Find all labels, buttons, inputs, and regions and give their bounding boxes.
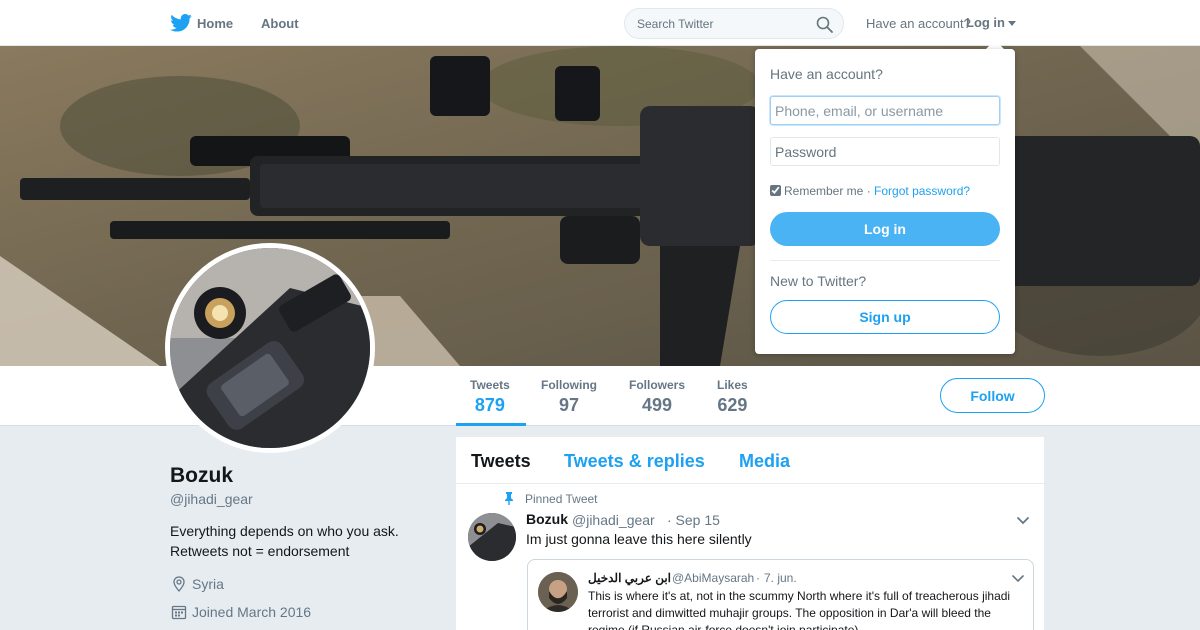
stat-label: Following <box>541 378 597 392</box>
timeline: Tweets Tweets & replies Media Pinned Twe… <box>456 437 1044 630</box>
tweet-text: Im just gonna leave this here silently <box>526 531 752 547</box>
login-dropdown: Have an account? Remember me · Forgot pa… <box>755 49 1015 354</box>
divider <box>770 260 1000 261</box>
stat-label: Likes <box>717 378 748 392</box>
search-icon[interactable] <box>816 16 833 33</box>
stat-value: 879 <box>474 395 505 415</box>
location-icon <box>173 576 185 592</box>
forgot-password-link[interactable]: Forgot password? <box>874 184 970 198</box>
profile-bio-line: Everything depends on who you ask. <box>170 523 399 539</box>
tab-tweets-replies[interactable]: Tweets & replies <box>564 451 705 472</box>
quoted-tweet-avatar[interactable] <box>538 572 578 612</box>
chevron-down-icon[interactable] <box>1016 516 1030 526</box>
stat-label: Tweets <box>470 378 510 392</box>
stat-value: 629 <box>717 395 748 415</box>
quoted-date[interactable]: 7. jun. <box>764 571 797 585</box>
search-box[interactable] <box>624 8 844 39</box>
active-tab-underline <box>456 423 526 426</box>
timeline-tabs: Tweets Tweets & replies Media <box>456 437 1044 484</box>
tab-media[interactable]: Media <box>739 451 790 472</box>
username-field[interactable] <box>770 96 1000 125</box>
new-to-twitter-text: New to Twitter? <box>770 273 867 289</box>
dropdown-caret <box>986 40 1004 49</box>
profile-avatar[interactable] <box>165 243 375 453</box>
profile-bio-line: Retweets not = endorsement <box>170 543 350 559</box>
stat-tweets[interactable]: Tweets 879 <box>470 378 510 416</box>
tweet-author-handle[interactable]: @jihadi_gear <box>572 512 655 528</box>
twitter-bird-icon[interactable] <box>170 14 192 32</box>
top-nav: Home About Have an account? Log in <box>0 0 1200 46</box>
avatar-image <box>170 248 370 448</box>
calendar-icon <box>171 605 187 620</box>
stat-likes[interactable]: Likes 629 <box>717 378 748 416</box>
remember-me-checkbox[interactable] <box>770 185 781 196</box>
profile-location: Syria <box>192 576 224 592</box>
quoted-tweet[interactable]: ابن عربي الدخيل @AbiMaysarah · 7. jun. T… <box>527 559 1034 630</box>
quoted-avatar-image <box>538 572 578 612</box>
login-toggle-label: Log in <box>966 15 1005 30</box>
stat-value: 97 <box>558 395 580 415</box>
stat-following[interactable]: Following 97 <box>541 378 597 416</box>
pin-icon <box>505 492 513 505</box>
login-button[interactable]: Log in <box>770 212 1000 246</box>
profile-joined: Joined March 2016 <box>192 604 312 620</box>
remember-row: Remember me · Forgot password? <box>770 184 970 198</box>
caret-down-icon <box>1008 21 1016 27</box>
password-field[interactable] <box>770 137 1000 166</box>
dropdown-title: Have an account? <box>770 66 883 82</box>
tweet-author-name[interactable]: Bozuk <box>526 511 568 527</box>
quoted-author-name[interactable]: ابن عربي الدخيل <box>588 571 671 585</box>
tab-tweets[interactable]: Tweets <box>471 451 531 472</box>
tweet-avatar-image <box>468 513 516 561</box>
profile-name[interactable]: Bozuk <box>170 464 233 488</box>
chevron-down-icon[interactable] <box>1012 575 1024 583</box>
nav-home-link[interactable]: Home <box>197 16 233 31</box>
search-input[interactable] <box>625 9 805 38</box>
stat-followers[interactable]: Followers 499 <box>629 378 685 416</box>
tweet-avatar[interactable] <box>468 513 516 561</box>
profile-handle[interactable]: @jihadi_gear <box>170 491 253 507</box>
remember-me-label[interactable]: Remember me <box>784 184 863 198</box>
tweet-date[interactable]: · Sep 15 <box>667 512 720 528</box>
quoted-separator: · <box>756 571 760 585</box>
stat-label: Followers <box>629 378 686 392</box>
nav-about-link[interactable]: About <box>261 16 299 31</box>
separator-dot: · <box>866 184 871 198</box>
quoted-author-handle[interactable]: @AbiMaysarah <box>672 571 754 585</box>
stat-value: 499 <box>641 395 673 415</box>
quoted-tweet-text: This is where it's at, not in the scummy… <box>588 589 1011 630</box>
have-account-text: Have an account? <box>866 16 971 31</box>
follow-button[interactable]: Follow <box>940 378 1045 413</box>
login-dropdown-toggle[interactable]: Log in <box>966 15 1016 30</box>
pinned-tweet-label: Pinned Tweet <box>525 492 598 506</box>
signup-button[interactable]: Sign up <box>770 300 1000 334</box>
